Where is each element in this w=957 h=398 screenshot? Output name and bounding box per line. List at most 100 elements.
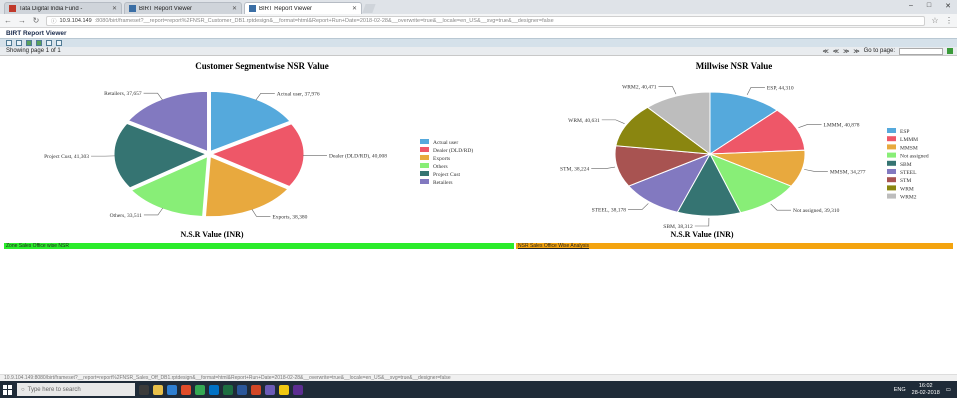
close-window-icon[interactable]: ✕ [945, 2, 951, 10]
bookmark-star-icon[interactable]: ☆ [931, 16, 939, 25]
taskbar-search[interactable]: ○ Type here to search [17, 383, 135, 396]
teams-icon[interactable] [265, 384, 275, 395]
leader-line [798, 124, 822, 128]
notifications-icon[interactable]: ▭ [946, 387, 951, 393]
legend-swatch [887, 160, 896, 166]
data-label: LMMM, 40,878 [824, 122, 860, 128]
powerbi-icon[interactable] [279, 384, 289, 395]
data-label: Actual user, 37,976 [277, 91, 320, 97]
leader-line [658, 86, 677, 95]
browser-tab-2[interactable]: BIRT Report Viewer ✕ [124, 2, 242, 14]
legend-swatch [420, 171, 429, 176]
close-tab-icon[interactable]: ✕ [352, 5, 357, 12]
legend-swatch [887, 177, 896, 183]
powerpoint-icon[interactable] [251, 384, 261, 395]
search-placeholder: Type here to search [27, 386, 81, 393]
legend-label: Project Cust [433, 172, 461, 178]
segment-pie-chart: Customer Segmentwise NSR Value Actual us… [44, 61, 473, 239]
legend-swatch [887, 136, 896, 142]
legend-label: WRM [900, 186, 914, 192]
leader-line [804, 169, 828, 172]
windows-taskbar: ○ Type here to search ENG 16:02 28-02-20… [0, 381, 957, 398]
status-bar-url: 10.9.104.149:8080/birt/frameset?__report… [0, 374, 957, 381]
report-charts-svg: Customer Segmentwise NSR Value Actual us… [44, 61, 929, 239]
data-label: STEEL, 38,178 [592, 208, 627, 214]
info-icon: ⓘ [51, 18, 57, 25]
forward-arrow-icon[interactable]: → [18, 16, 26, 25]
data-label: ESP, 44,310 [767, 85, 794, 91]
last-page-button[interactable]: ≫ [853, 48, 859, 55]
office-icon[interactable] [181, 384, 191, 395]
new-tab-button[interactable] [362, 4, 376, 13]
word-icon[interactable] [237, 384, 247, 395]
next-page-button[interactable]: ≫ [843, 48, 849, 55]
legend-label: STEEL [900, 170, 917, 176]
browser-toolbar: ← → ↻ ⓘ 10.9.104.149:8080/birt/frameset?… [0, 14, 957, 28]
toc-icon[interactable] [6, 40, 12, 46]
export-data-icon[interactable] [26, 40, 32, 46]
legend-label: Not assigned [900, 154, 929, 160]
outlook-icon[interactable] [209, 384, 219, 395]
windows-start-icon[interactable] [3, 384, 13, 395]
leader-line [770, 203, 791, 211]
legend-label: WRM2 [900, 195, 917, 201]
reload-icon[interactable]: ↻ [32, 16, 40, 25]
search-icon: ○ [21, 386, 25, 393]
minimize-icon[interactable]: – [909, 2, 913, 10]
data-label: WRM, 40,631 [568, 118, 600, 124]
data-label: Project Cust, 41,303 [44, 154, 89, 160]
legend-swatch [420, 179, 429, 184]
millwise-pie-chart: Millwise NSR Value ESP, 44,310 LMMM, 40,8… [560, 61, 929, 239]
export-report-icon[interactable] [36, 40, 42, 46]
menu-icon[interactable]: ⋮ [945, 16, 953, 25]
first-page-button[interactable]: ≪ [823, 48, 829, 55]
legend-label: Exports [433, 156, 450, 162]
data-label: WRM2, 40,471 [622, 85, 657, 91]
nsr-sales-office-link[interactable]: NSR Sales Office Wise Analysis [516, 243, 953, 249]
chrome-icon[interactable] [195, 384, 205, 395]
chart-axis-title: N.S.R Value (INR) [180, 230, 243, 239]
file-explorer-icon[interactable] [153, 384, 163, 395]
legend-swatch [887, 185, 896, 191]
language-indicator[interactable]: ENG [894, 387, 906, 393]
parameters-icon[interactable] [16, 40, 22, 46]
goto-page-label: Go to page: [863, 48, 895, 54]
legend-label: LMMM [900, 137, 918, 143]
address-bar[interactable]: ⓘ 10.9.104.149:8080/birt/frameset?__repo… [46, 15, 925, 26]
legend-label: MMSM [900, 145, 918, 151]
browser-tab-3[interactable]: BIRT Report Viewer ✕ [244, 2, 362, 14]
browser-tab-1[interactable]: Tata Digital India Fund - ✕ [4, 2, 122, 14]
leader-line [143, 92, 163, 101]
chart-axis-title: N.S.R Value (INR) [670, 230, 733, 239]
close-tab-icon[interactable]: ✕ [232, 5, 237, 12]
back-arrow-icon[interactable]: ← [4, 16, 12, 25]
legend-label: STM [900, 178, 911, 184]
zone-sales-office-link[interactable]: Zone Sales Office wise NSR [4, 243, 514, 249]
goto-page-button[interactable] [947, 48, 953, 54]
legend-label: Actual user [433, 140, 458, 146]
excel-icon[interactable] [223, 384, 233, 395]
legend-swatch [887, 193, 896, 199]
clock-time: 16:02 [918, 382, 933, 389]
leader-line [143, 207, 164, 216]
edge-icon[interactable] [167, 384, 177, 395]
task-view-icon[interactable] [139, 384, 149, 395]
print-icon[interactable] [46, 40, 52, 46]
legend-swatch [420, 139, 429, 144]
url-host: 10.9.104.149 [59, 17, 92, 24]
leader-line [627, 203, 649, 210]
legend-swatch [887, 144, 896, 150]
close-tab-icon[interactable]: ✕ [112, 5, 117, 12]
print-server-icon[interactable] [56, 40, 62, 46]
leader-line [746, 87, 765, 96]
legend-swatch [887, 169, 896, 174]
maximize-icon[interactable]: □ [927, 2, 931, 10]
previous-page-button[interactable]: ≪ [833, 48, 839, 55]
clock[interactable]: 16:02 28-02-2018 [912, 383, 940, 397]
app-icon[interactable] [293, 384, 303, 395]
goto-page-input[interactable] [899, 47, 943, 55]
clock-date: 28-02-2018 [911, 389, 940, 396]
leader-line [591, 166, 616, 169]
page-status: Showing page 1 of 1 [6, 48, 61, 54]
tab-label: BIRT Report Viewer [139, 5, 193, 12]
